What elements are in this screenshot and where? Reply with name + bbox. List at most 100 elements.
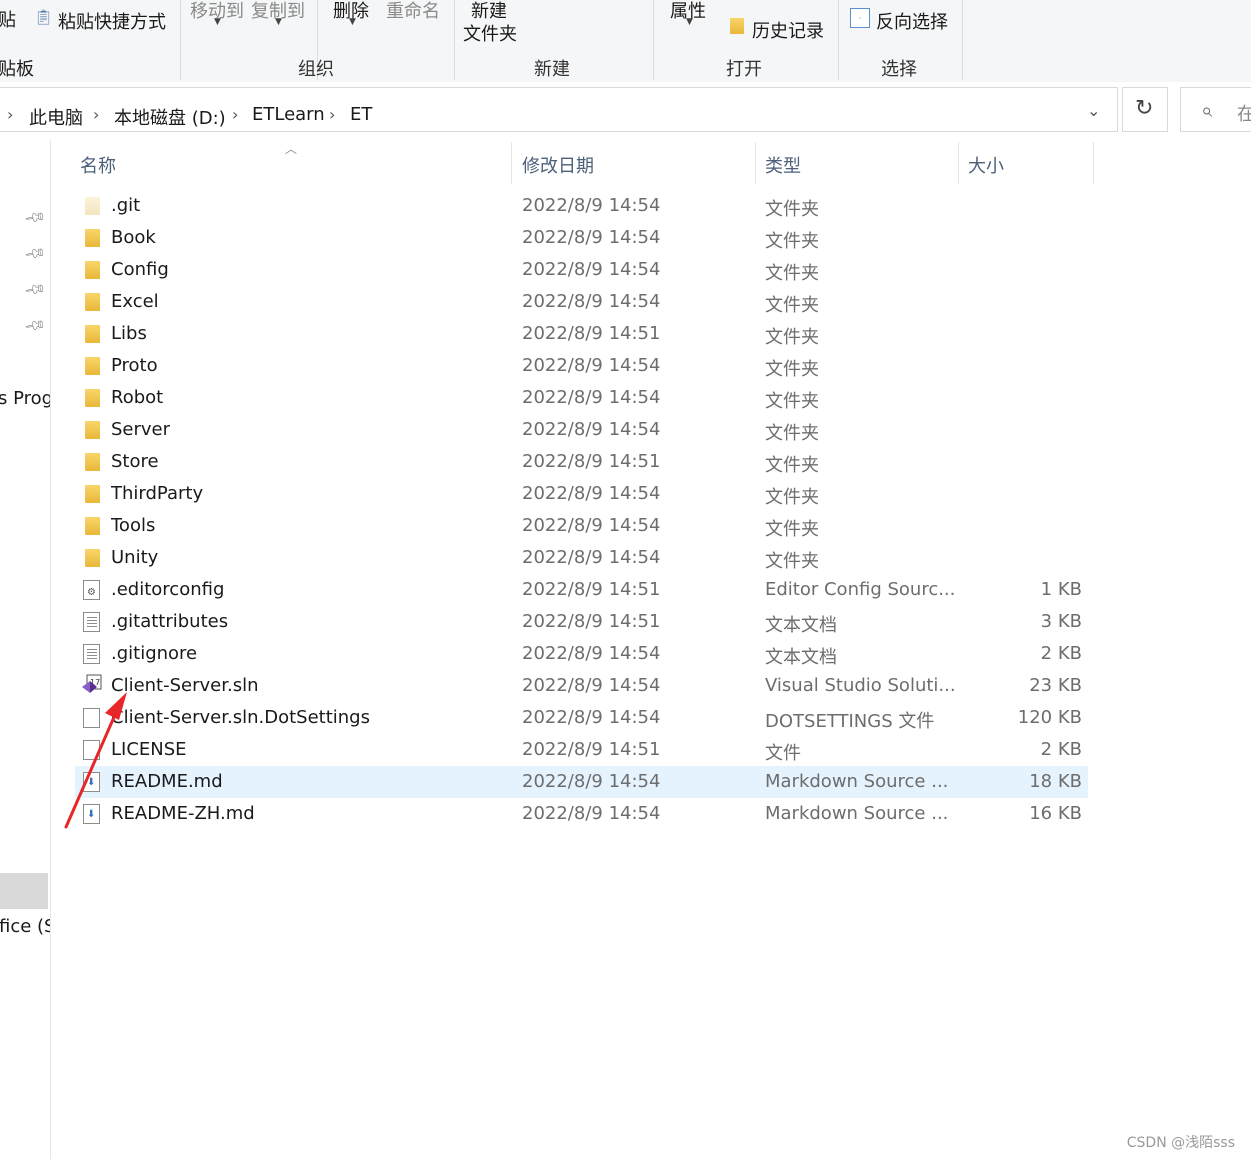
column-header-size[interactable]: 大小: [968, 152, 1004, 178]
file-row[interactable]: Store 2022/8/9 14:51 文件夹: [75, 446, 1088, 478]
chevron-right-icon[interactable]: ›: [7, 105, 13, 124]
file-row[interactable]: ThirdParty 2022/8/9 14:54 文件夹: [75, 478, 1088, 510]
sort-ascending-icon: ︿: [285, 142, 298, 156]
chevron-right-icon[interactable]: ›: [232, 105, 238, 124]
pin-icon[interactable]: 📌︎: [23, 242, 47, 265]
file-row[interactable]: Client-Server.sln.DotSettings 2022/8/9 14…: [75, 702, 1088, 734]
markdown-file-icon: ⬇: [83, 804, 100, 824]
folder-icon: [85, 325, 100, 343]
address-bar[interactable]: › 此电脑 › 本地磁盘 (D:) › ETLearn › ET ⌄: [0, 87, 1118, 132]
column-header-name[interactable]: 名称: [80, 152, 116, 178]
folder-icon: [85, 229, 100, 247]
file-row[interactable]: .gitignore 2022/8/9 14:54 文本文档 2 KB: [75, 638, 1088, 670]
file-date-modified: 2022/8/9 14:54: [522, 803, 661, 824]
chevron-right-icon[interactable]: ›: [329, 105, 335, 124]
properties-chevron-down-icon[interactable]: ▼: [686, 17, 693, 27]
file-row[interactable]: Unity 2022/8/9 14:54 文件夹: [75, 542, 1088, 574]
file-type: 文件夹: [765, 519, 819, 540]
delete-chevron-down-icon[interactable]: ▼: [349, 17, 356, 27]
markdown-file-icon: ⬇: [83, 772, 100, 792]
search-icon: ⌕: [1201, 98, 1213, 122]
file-name: Book: [111, 227, 156, 248]
file-row[interactable]: Book 2022/8/9 14:54 文件夹: [75, 222, 1088, 254]
column-header-type[interactable]: 类型: [765, 152, 801, 178]
folder-icon: [85, 357, 100, 375]
nav-item-selected[interactable]: [0, 873, 48, 909]
file-name: README-ZH.md: [111, 803, 255, 824]
breadcrumb-local-disk[interactable]: 本地磁盘 (D:): [114, 104, 226, 130]
column-header-date[interactable]: 修改日期: [522, 152, 594, 178]
ribbon-separator: [962, 0, 963, 80]
file-size: 1 KB: [1040, 579, 1082, 600]
file-row[interactable]: Libs 2022/8/9 14:51 文件夹: [75, 318, 1088, 350]
file-size: 18 KB: [1029, 771, 1082, 792]
paste-shortcut-icon: 📋︎: [34, 8, 54, 26]
file-date-modified: 2022/8/9 14:54: [522, 643, 661, 664]
move-to-chevron-down-icon[interactable]: ▼: [214, 17, 221, 27]
visual-studio-solution-icon: 17: [81, 674, 103, 696]
breadcrumb-this-pc[interactable]: 此电脑: [29, 104, 83, 130]
file-size: 2 KB: [1040, 739, 1082, 760]
copy-to-chevron-down-icon[interactable]: ▼: [275, 17, 282, 27]
file-row[interactable]: Server 2022/8/9 14:54 文件夹: [75, 414, 1088, 446]
rename-button[interactable]: 重命名: [386, 0, 440, 23]
ribbon: 贴 📋︎ 粘贴快捷方式 贴板 移动到 ▼ 复制到 ▼ 删除 ▼ 重命名 组织 新…: [0, 0, 1251, 83]
address-dropdown-chevron-icon[interactable]: ⌄: [1087, 101, 1100, 120]
refresh-button[interactable]: ↻: [1122, 87, 1168, 132]
search-input[interactable]: ⌕ 在: [1180, 87, 1251, 132]
pin-icon[interactable]: 📌︎: [23, 278, 47, 301]
file-row[interactable]: .git 2022/8/9 14:54 文件夹: [75, 190, 1088, 222]
file-name: .gitignore: [111, 643, 198, 664]
file-row[interactable]: ⬇ README.md 2022/8/9 14:54 Markdown Source …: [75, 766, 1088, 798]
file-row[interactable]: Proto 2022/8/9 14:54 文件夹: [75, 350, 1088, 382]
file-date-modified: 2022/8/9 14:54: [522, 483, 661, 504]
nav-item-program-files[interactable]: s Prog: [0, 388, 50, 409]
ribbon-clip-partial[interactable]: 贴: [0, 6, 16, 32]
group-select-label: 选择: [881, 59, 917, 80]
file-row[interactable]: .gitattributes 2022/8/9 14:51 文本文档 3 KB: [75, 606, 1088, 638]
file-name: .editorconfig: [111, 579, 225, 600]
nav-item-office[interactable]: fice (S: [0, 916, 50, 937]
breadcrumb-et[interactable]: ET: [350, 104, 372, 125]
pin-icon[interactable]: 📌︎: [23, 314, 47, 337]
file-name: Excel: [111, 291, 159, 312]
history-button[interactable]: 历史记录: [752, 17, 824, 43]
paste-shortcut-button[interactable]: 粘贴快捷方式: [58, 8, 166, 34]
file-date-modified: 2022/8/9 14:54: [522, 675, 661, 696]
column-divider[interactable]: [958, 142, 959, 184]
file-row[interactable]: ⬇ README-ZH.md 2022/8/9 14:54 Markdown Sour…: [75, 798, 1088, 830]
watermark: CSDN @浅陌sss: [1126, 1135, 1235, 1151]
group-new-label: 新建: [534, 59, 570, 80]
file-row[interactable]: Excel 2022/8/9 14:54 文件夹: [75, 286, 1088, 318]
file-type: 文件夹: [765, 327, 819, 348]
file-type: 文件夹: [765, 359, 819, 380]
file-row[interactable]: Tools 2022/8/9 14:54 文件夹: [75, 510, 1088, 542]
text-file-icon: [83, 644, 100, 664]
file-row[interactable]: LICENSE 2022/8/9 14:51 文件 2 KB: [75, 734, 1088, 766]
file-type: 文件夹: [765, 199, 819, 220]
folder-icon: [85, 517, 100, 535]
file-name: Robot: [111, 387, 164, 408]
file-size: 3 KB: [1040, 611, 1082, 632]
chevron-right-icon[interactable]: ›: [93, 105, 99, 124]
file-row[interactable]: Robot 2022/8/9 14:54 文件夹: [75, 382, 1088, 414]
folder-icon: [85, 421, 100, 439]
column-divider[interactable]: [755, 142, 756, 184]
file-row[interactable]: 17 Client-Server.sln 2022/8/9 14:54 Visual …: [75, 670, 1088, 702]
file-size: 23 KB: [1029, 675, 1082, 696]
file-row[interactable]: Config 2022/8/9 14:54 文件夹: [75, 254, 1088, 286]
group-clipboard-label: 贴板: [0, 59, 34, 80]
column-divider[interactable]: [1093, 142, 1094, 184]
file-row[interactable]: ⚙ .editorconfig 2022/8/9 14:51 Editor Confi…: [75, 574, 1088, 606]
file-date-modified: 2022/8/9 14:54: [522, 195, 661, 216]
file-name: Libs: [111, 323, 147, 344]
invert-selection-button[interactable]: 反向选择: [876, 8, 948, 34]
refresh-icon: ↻: [1135, 96, 1154, 121]
pin-icon[interactable]: 📌︎: [23, 206, 47, 229]
new-folder-label[interactable]: 文件夹: [463, 20, 517, 46]
breadcrumb-etlearn[interactable]: ETLearn: [252, 104, 325, 125]
file-type: Editor Config Sourc...: [765, 579, 955, 600]
ribbon-separator: [454, 0, 455, 80]
column-divider[interactable]: [511, 142, 512, 184]
address-row: › 此电脑 › 本地磁盘 (D:) › ETLearn › ET ⌄ ↻ ⌕ 在: [0, 82, 1251, 138]
